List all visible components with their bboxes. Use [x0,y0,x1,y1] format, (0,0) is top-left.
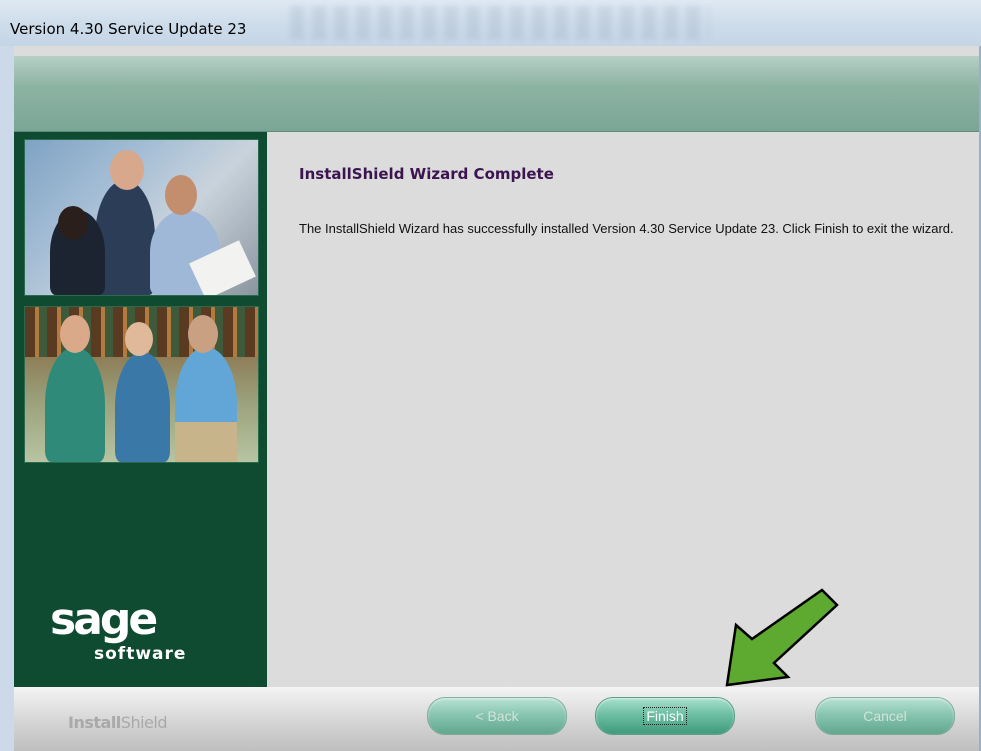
branding-sidebar: sage software [14,132,267,687]
wizard-complete-heading: InstallShield Wizard Complete [299,165,554,183]
title-bar: Version 4.30 Service Update 23 [0,0,981,46]
content-panel: InstallShield Wizard Complete The Instal… [267,132,979,687]
back-button[interactable]: < Back [427,697,567,735]
sage-logo: sage [50,594,158,645]
finish-button[interactable]: Finish [595,697,735,735]
annotation-arrow-icon [722,585,842,695]
cancel-button-label: Cancel [863,708,907,724]
business-meeting-photo [24,139,259,296]
back-button-label: < Back [475,708,519,724]
header-banner [14,56,979,132]
window-border-left [0,46,14,751]
cancel-button[interactable]: Cancel [815,697,955,735]
installshield-logo-light: Shield [120,713,168,732]
finish-button-label: Finish [643,707,687,725]
blurred-background-text [290,6,710,40]
installshield-logo-bold: Install [68,713,121,732]
warehouse-team-photo [24,306,259,463]
sage-logo-subtitle: software [94,644,187,664]
button-bar: InstallShield < Back Finish Cancel [14,687,979,751]
completion-message: The InstallShield Wizard has successfull… [299,221,954,236]
installshield-logo: InstallShield [68,713,167,732]
window-title: Version 4.30 Service Update 23 [10,20,247,38]
